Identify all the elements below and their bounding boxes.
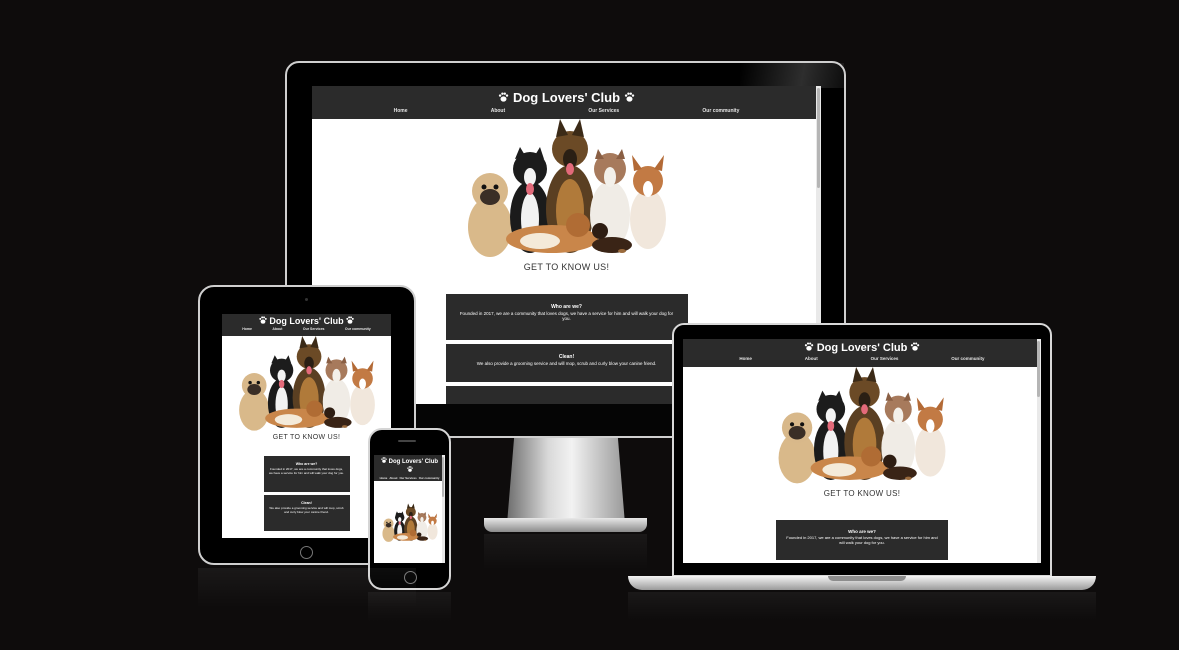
tablet-screen: Dog Lovers' Club Home About Our Services… xyxy=(222,314,391,538)
site-title[interactable]: Dog Lovers' Club xyxy=(312,86,821,105)
laptop-reflection xyxy=(628,592,1096,620)
main-nav: Home About Our Services Our community xyxy=(222,326,391,331)
nav-home[interactable]: Home xyxy=(739,356,752,361)
nav-home[interactable]: Home xyxy=(242,327,252,331)
main-nav: Home About Our Services Our community xyxy=(374,475,445,480)
site-header: Dog Lovers' Club Home About Our Services… xyxy=(312,86,821,119)
paw-icon xyxy=(381,457,387,463)
nav-our-services[interactable]: Our Services xyxy=(303,327,325,331)
nav-about[interactable]: About xyxy=(491,108,505,114)
laptop-screen: Dog Lovers' Club Home About Our Services… xyxy=(683,339,1041,563)
nav-our-services[interactable]: Our Services xyxy=(399,476,416,480)
imac-scroll-thumb[interactable] xyxy=(817,88,820,188)
site-header: Dog Lovers' Club Home About Our Services… xyxy=(222,314,391,336)
laptop-scrollbar[interactable] xyxy=(1037,339,1041,563)
nav-our-community[interactable]: Our community xyxy=(345,327,371,331)
nav-about[interactable]: About xyxy=(389,476,397,480)
nav-about[interactable]: About xyxy=(272,327,282,331)
phone-speaker xyxy=(398,440,416,442)
imac-glare xyxy=(740,63,844,88)
nav-our-community[interactable]: Our community xyxy=(951,356,984,361)
card-body: Founded in 2017, we are a community that… xyxy=(786,535,938,545)
site-header: Dog Lovers' Club Home About Our Services… xyxy=(374,455,445,481)
nav-our-community[interactable]: Our community xyxy=(702,108,739,114)
paw-icon xyxy=(406,466,413,472)
card-who-are-we: Who are we? Founded in 2017, we are a co… xyxy=(445,294,688,340)
phone-screen: Dog Lovers' Club Home About Our Services… xyxy=(374,455,445,563)
card-clean: Clean! We also provide a grooming servic… xyxy=(263,495,350,531)
card-body: We also provide a grooming service and w… xyxy=(269,506,344,514)
nav-home[interactable]: Home xyxy=(380,476,388,480)
hero-dogs-image xyxy=(467,119,666,257)
get-to-know-us-heading: GET TO KNOW US! xyxy=(523,262,610,272)
imac-stand xyxy=(507,438,625,524)
site-title-text: Dog Lovers' Club xyxy=(512,90,621,105)
hero-dogs-image xyxy=(778,367,946,484)
paw-icon xyxy=(804,342,813,351)
tablet-home-button[interactable] xyxy=(300,546,313,559)
paw-icon xyxy=(911,342,920,351)
main-nav: Home About Our Services Our community xyxy=(683,354,1041,361)
get-to-know-us-heading: GET TO KNOW US! xyxy=(272,434,341,441)
paw-icon xyxy=(346,316,354,324)
phone-scroll-thumb[interactable] xyxy=(442,457,444,497)
card-body: Founded in 2017, we are a community that… xyxy=(268,467,345,475)
phone-scrollbar[interactable] xyxy=(442,455,445,563)
site-title-text: Dog Lovers' Club xyxy=(816,342,908,354)
site-title[interactable]: Dog Lovers' Club xyxy=(374,455,445,475)
site-title-text: Dog Lovers' Club xyxy=(388,459,439,465)
card-who-are-we: Who are we? Founded in 2017, we are a co… xyxy=(776,520,948,560)
hero-dogs-image xyxy=(381,503,438,542)
laptop-scroll-thumb[interactable] xyxy=(1037,341,1040,397)
paw-icon xyxy=(624,92,634,102)
nav-home[interactable]: Home xyxy=(394,108,408,114)
card-clean: Clean! We also provide a grooming servic… xyxy=(445,344,688,382)
site-title-text: Dog Lovers' Club xyxy=(269,316,344,326)
main-nav: Home About Our Services Our community xyxy=(312,105,821,114)
tablet-camera xyxy=(305,298,308,301)
card-more xyxy=(445,386,688,404)
nav-our-services[interactable]: Our Services xyxy=(588,108,619,114)
imac-reflection xyxy=(484,534,647,570)
card-who-are-we: Who are we? Founded in 2017, we are a co… xyxy=(263,456,350,492)
imac-base xyxy=(484,518,647,532)
nav-our-services[interactable]: Our Services xyxy=(871,356,899,361)
site-header: Dog Lovers' Club Home About Our Services… xyxy=(683,339,1041,367)
site-title[interactable]: Dog Lovers' Club xyxy=(683,339,1041,354)
card-body: We also provide a grooming service and w… xyxy=(476,361,657,366)
phone-reflection xyxy=(368,592,451,622)
paw-icon xyxy=(499,92,509,102)
nav-our-community[interactable]: Our community xyxy=(419,476,440,480)
card-body: Founded in 2017, we are a community that… xyxy=(459,311,674,321)
laptop-notch xyxy=(828,576,906,581)
paw-icon xyxy=(259,316,267,324)
get-to-know-us-heading: GET TO KNOW US! xyxy=(823,489,901,498)
site-title[interactable]: Dog Lovers' Club xyxy=(222,314,391,326)
hero-dogs-image xyxy=(238,336,375,431)
nav-about[interactable]: About xyxy=(805,356,818,361)
